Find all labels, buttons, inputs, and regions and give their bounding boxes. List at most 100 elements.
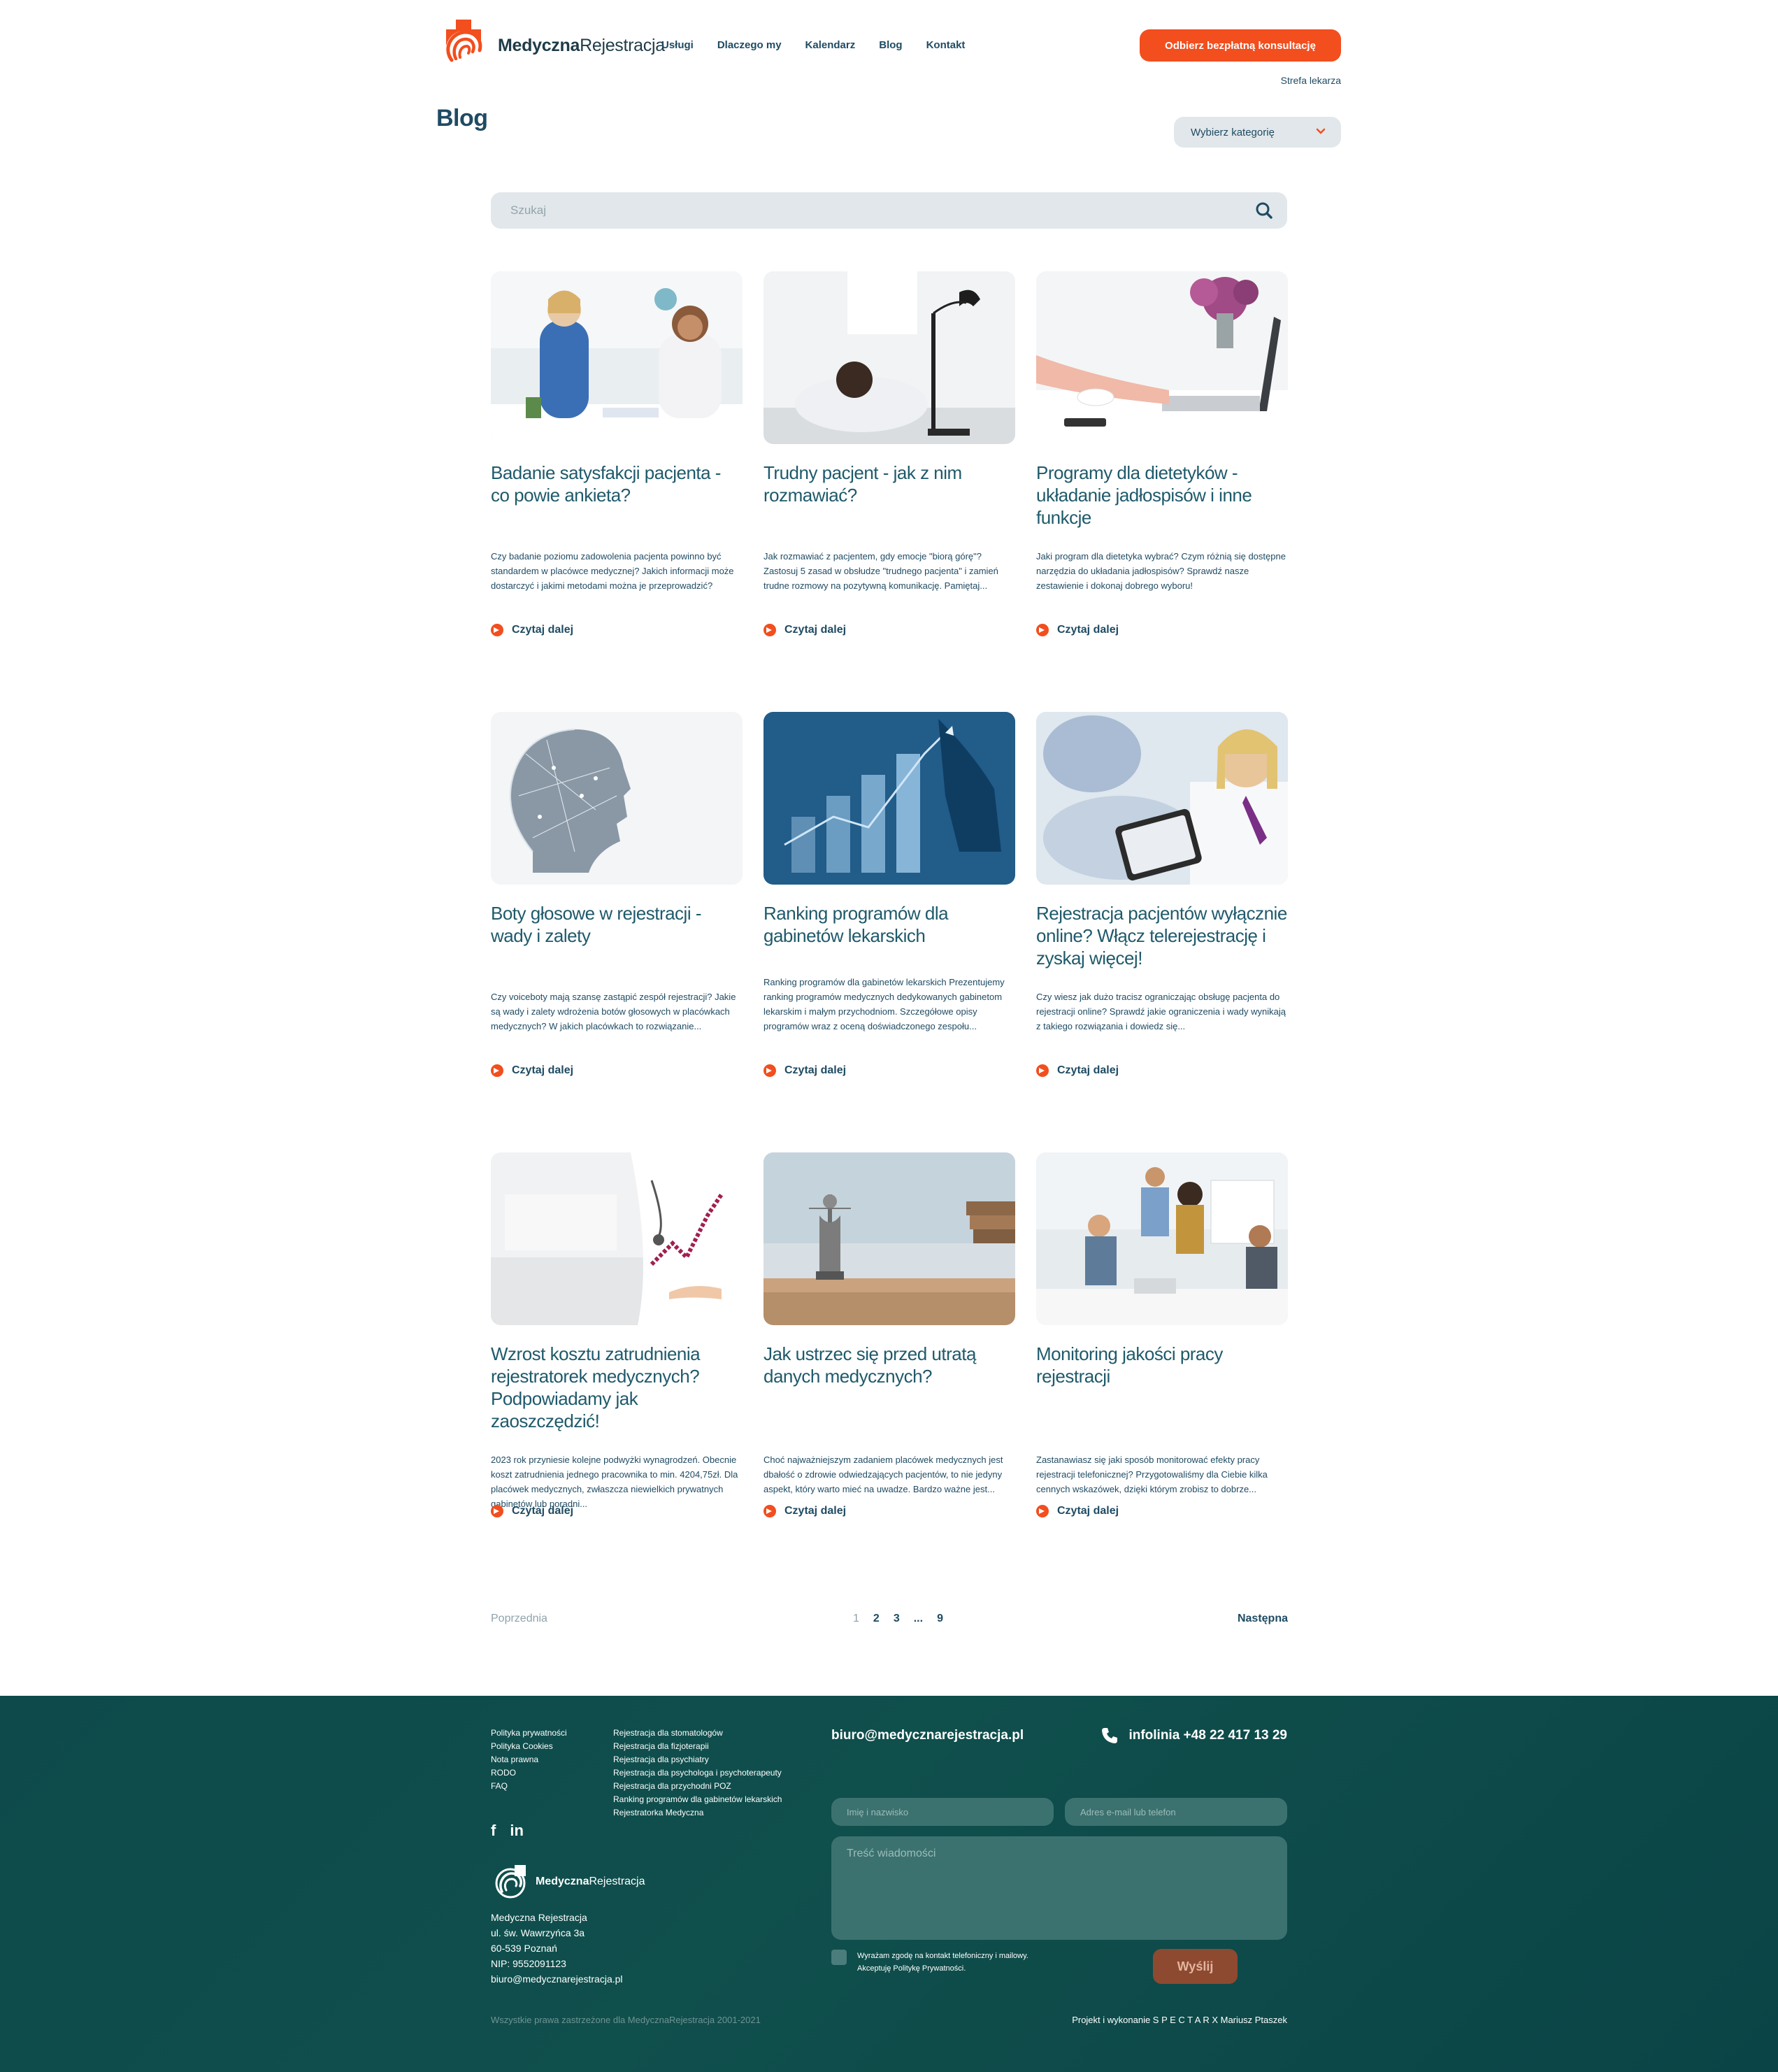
nav-item-dlaczego-my[interactable]: Dlaczego my (717, 39, 782, 51)
phone-icon (1102, 1728, 1118, 1743)
address-email-link[interactable]: biuro@medycznarejestracja.pl (491, 1971, 623, 1987)
read-more-link[interactable]: Czytaj dalej (1036, 1064, 1119, 1077)
pagination-next[interactable]: Następna (1238, 1613, 1288, 1625)
post-title[interactable]: Trudny pacjent - jak z nim rozmawiać? (763, 462, 1015, 506)
pagination-page[interactable]: 9 (937, 1613, 943, 1625)
logo-name-bold: Medyczna (536, 1875, 589, 1887)
post-title[interactable]: Rejestracja pacjentów wyłącznie online? … (1036, 902, 1288, 969)
search-input[interactable] (510, 203, 1210, 217)
read-more-link[interactable]: Czytaj dalej (1036, 1505, 1119, 1517)
footer-link[interactable]: Rejestracja dla stomatologów (613, 1727, 782, 1740)
site-header: MedycznaRejestracja Usługi Dlaczego my K… (0, 0, 1778, 105)
post-title[interactable]: Programy dla dietetyków - układanie jadł… (1036, 462, 1288, 529)
doctor-zone-link[interactable]: Strefa lekarza (1281, 75, 1341, 86)
post-image-ai-head[interactable] (491, 712, 743, 885)
read-more-link[interactable]: Czytaj dalej (1036, 624, 1119, 636)
post-image-justice[interactable] (763, 1152, 1015, 1325)
footer-links-legal: Polityka prywatności Polityka Cookies No… (491, 1727, 567, 1793)
contact-email-link[interactable]: biuro@medycznarejestracja.pl (831, 1728, 1024, 1743)
design-credit[interactable]: Projekt i wykonanie S P E C T A R X Mari… (1072, 2015, 1287, 2025)
phone-number: infolinia +48 22 417 13 29 (1128, 1728, 1287, 1743)
linkedin-icon[interactable]: in (510, 1822, 524, 1840)
contact-phone[interactable]: infolinia +48 22 417 13 29 (1101, 1727, 1287, 1745)
free-consultation-button[interactable]: Odbierz bezpłatną konsultację (1140, 29, 1341, 62)
footer-link[interactable]: Rejestratorka Medyczna (613, 1806, 782, 1820)
nav-item-kontakt[interactable]: Kontakt (926, 39, 966, 51)
footer-link[interactable]: Nota prawna (491, 1753, 567, 1766)
footer-link[interactable]: Polityka prywatności (491, 1727, 567, 1740)
post-excerpt: Jak rozmawiać z pacjentem, gdy emocje "b… (763, 551, 998, 591)
read-more-label: Czytaj dalej (512, 624, 574, 636)
footer-link[interactable]: RODO (491, 1766, 567, 1780)
post-image-cost-growth[interactable] (491, 1152, 743, 1325)
post-title[interactable]: Jak ustrzec się przed utratą danych medy… (763, 1343, 1015, 1387)
arrow-right-icon (1036, 1505, 1049, 1517)
footer-link[interactable]: Ranking programów dla gabinetów lekarski… (613, 1793, 782, 1806)
read-more-link[interactable]: Czytaj dalej (763, 1505, 846, 1517)
consent-text: Akceptuję Politykę Prywatności. (857, 1964, 966, 1973)
nav-item-uslugi[interactable]: Usługi (661, 39, 694, 51)
post-card: Wzrost kosztu zatrudnienia rejestratorek… (491, 1152, 743, 1593)
read-more-label: Czytaj dalej (784, 624, 847, 636)
contact-field[interactable] (1065, 1798, 1287, 1826)
nav-item-kalendarz[interactable]: Kalendarz (805, 39, 856, 51)
address-line: ul. św. Wawrzyńca 3a (491, 1927, 585, 1938)
pagination-page[interactable]: 2 (873, 1613, 880, 1625)
post-title[interactable]: Wzrost kosztu zatrudnienia rejestratorek… (491, 1343, 743, 1432)
name-field[interactable] (831, 1798, 1054, 1826)
arrow-right-icon (491, 1505, 503, 1517)
post-image-tablet-doctor[interactable] (1036, 712, 1288, 885)
read-more-link[interactable]: Czytaj dalej (491, 624, 573, 636)
read-more-link[interactable]: Czytaj dalej (491, 1064, 573, 1077)
pagination-prev[interactable]: Poprzednia (491, 1613, 547, 1625)
consent-checkbox[interactable] (831, 1950, 847, 1965)
logo-name-light: Rejestracja (589, 1875, 645, 1887)
post-excerpt: Choć najważniejszym zadaniem placówek me… (763, 1455, 1003, 1494)
footer-link[interactable]: FAQ (491, 1780, 567, 1793)
read-more-label: Czytaj dalej (784, 1064, 847, 1076)
nav-item-blog[interactable]: Blog (879, 39, 902, 51)
site-logo[interactable]: MedycznaRejestracja (436, 18, 665, 73)
facebook-icon[interactable]: f (491, 1822, 496, 1840)
pagination-ellipsis: ... (913, 1613, 924, 1624)
post-image-tired-man[interactable] (763, 271, 1015, 444)
site-footer: Polityka prywatności Polityka Cookies No… (0, 1696, 1778, 2072)
chevron-down-icon (1316, 128, 1326, 134)
post-excerpt: Jaki program dla dietetyka wybrać? Czym … (1036, 551, 1286, 591)
post-image-ranking[interactable] (763, 712, 1015, 885)
post-title[interactable]: Ranking programów dla gabinetów lekarski… (763, 902, 1015, 947)
post-excerpt: Czy wiesz jak dużo tracisz ograniczając … (1036, 992, 1286, 1031)
logo-icon (495, 1865, 526, 1899)
footer-links-services: Rejestracja dla stomatologów Rejestracja… (613, 1727, 782, 1820)
footer-link[interactable]: Rejestracja dla psychiatry (613, 1753, 782, 1766)
footer-link[interactable]: Rejestracja dla psychologa i psychoterap… (613, 1766, 782, 1780)
logo-name-light: Rejestracja (580, 35, 665, 55)
read-more-link[interactable]: Czytaj dalej (763, 624, 846, 636)
read-more-link[interactable]: Czytaj dalej (763, 1064, 846, 1077)
pagination-page[interactable]: 3 (894, 1613, 900, 1625)
post-image-reception[interactable] (491, 271, 743, 444)
address-line: Medyczna Rejestracja (491, 1912, 587, 1923)
post-card: Badanie satysfakcji pacjenta - co powie … (491, 271, 743, 712)
search-icon[interactable] (1255, 201, 1273, 220)
post-title[interactable]: Badanie satysfakcji pacjenta - co powie … (491, 462, 743, 506)
read-more-label: Czytaj dalej (1057, 624, 1119, 636)
category-select[interactable]: Wybierz kategorię (1174, 117, 1341, 148)
post-card: Ranking programów dla gabinetów lekarski… (763, 712, 1015, 1152)
post-title[interactable]: Monitoring jakości pracy rejestracji (1036, 1343, 1288, 1387)
post-image-laptop-flowers[interactable] (1036, 271, 1288, 444)
footer-link[interactable]: Polityka Cookies (491, 1740, 567, 1753)
read-more-link[interactable]: Czytaj dalej (491, 1505, 573, 1517)
footer-link[interactable]: Rejestracja dla fizjoterapii (613, 1740, 782, 1753)
post-excerpt: 2023 rok przyniesie kolejne podwyżki wyn… (491, 1455, 738, 1509)
message-field[interactable] (831, 1836, 1287, 1940)
post-card: Boty głosowe w rejestracji - wady i zale… (491, 712, 743, 1152)
post-image-team-meeting[interactable] (1036, 1152, 1288, 1325)
company-address: Medyczna Rejestracja ul. św. Wawrzyńca 3… (491, 1910, 623, 1987)
footer-logo[interactable]: MedycznaRejestracja (491, 1862, 645, 1901)
send-button[interactable]: Wyślij (1153, 1949, 1238, 1984)
footer-link[interactable]: Rejestracja dla przychodni POZ (613, 1780, 782, 1793)
pagination-page-current[interactable]: 1 (853, 1613, 859, 1625)
read-more-label: Czytaj dalej (1057, 1064, 1119, 1076)
post-title[interactable]: Boty głosowe w rejestracji - wady i zale… (491, 902, 743, 947)
